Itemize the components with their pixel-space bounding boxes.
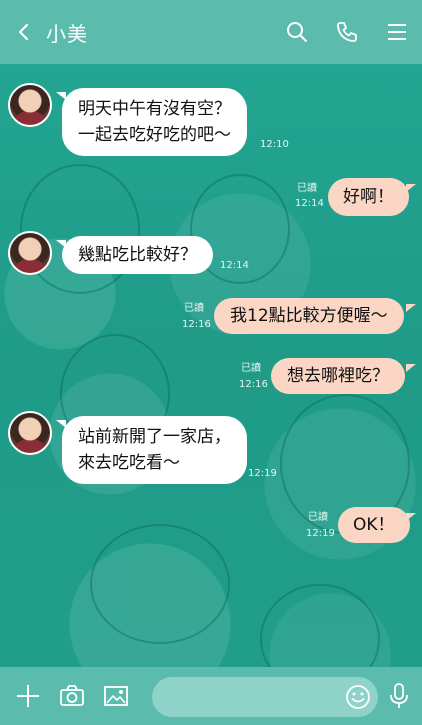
bubble-tail: [406, 513, 416, 521]
message-input-container[interactable]: [152, 677, 378, 717]
smiley-icon[interactable]: [344, 683, 372, 711]
message-bubble-incoming[interactable]: 明天中午有沒有空？ 一起去吃好吃的吧～: [62, 88, 247, 156]
image-button[interactable]: [94, 667, 138, 725]
message-bubble-incoming[interactable]: 幾點吃比較好？: [62, 236, 213, 274]
plus-icon: [17, 685, 39, 707]
message-line: 好啊！: [343, 187, 394, 207]
image-icon: [104, 686, 128, 706]
message-time: 12:14: [220, 260, 249, 271]
composer-bar: [0, 667, 422, 725]
read-receipt: 已讀: [184, 303, 204, 314]
phone-icon: [337, 22, 357, 42]
background-illustration: [260, 584, 380, 667]
message-bubble-outgoing[interactable]: 好啊！: [328, 178, 409, 216]
background-illustration: [90, 524, 230, 644]
message-bubble-outgoing[interactable]: 我12點比較方便喔～: [214, 298, 404, 334]
message-line: 幾點吃比較好？: [78, 245, 197, 265]
add-button[interactable]: [6, 667, 50, 725]
call-button[interactable]: [322, 0, 372, 64]
chat-header: 小美: [0, 0, 422, 64]
contact-avatar[interactable]: [8, 83, 52, 127]
camera-icon: [60, 685, 84, 706]
bubble-tail: [406, 184, 416, 192]
read-receipt: 已讀: [241, 363, 261, 374]
back-button[interactable]: [0, 0, 46, 64]
message-time: 12:19: [248, 468, 277, 479]
camera-button[interactable]: [50, 667, 94, 725]
search-icon: [287, 22, 307, 42]
chevron-left-icon: [18, 23, 29, 41]
contact-avatar[interactable]: [8, 231, 52, 275]
contact-avatar[interactable]: [8, 411, 52, 455]
message-line: 一起去吃好吃的吧～: [78, 125, 231, 145]
microphone-icon: [390, 683, 408, 708]
menu-button[interactable]: [372, 0, 422, 64]
message-bubble-outgoing[interactable]: 想去哪裡吃？: [271, 358, 405, 394]
background-illustration: [20, 164, 140, 294]
read-receipt: 已讀: [308, 512, 328, 523]
message-bubble-incoming[interactable]: 站前新開了一家店， 來去吃吃看～: [62, 416, 247, 484]
search-button[interactable]: [272, 0, 322, 64]
message-line: 站前新開了一家店，: [78, 427, 231, 447]
voice-button[interactable]: [384, 667, 414, 725]
message-time: 12:14: [295, 198, 324, 209]
bubble-tail: [406, 304, 416, 312]
hamburger-menu-icon: [388, 24, 406, 40]
message-time: 12:16: [239, 379, 268, 390]
chat-title: 小美: [46, 21, 88, 46]
read-receipt: 已讀: [297, 183, 317, 194]
message-line: 想去哪裡吃？: [287, 366, 389, 386]
message-bubble-outgoing[interactable]: OK！: [338, 507, 410, 543]
message-line: OK！: [353, 515, 395, 535]
message-line: 明天中午有沒有空？: [78, 99, 231, 119]
bubble-tail: [406, 364, 416, 372]
message-input[interactable]: [166, 687, 336, 707]
message-line: 我12點比較方便喔～: [230, 306, 388, 326]
message-line: 來去吃吃看～: [78, 453, 180, 473]
message-time: 12:10: [260, 139, 289, 150]
message-time: 12:16: [182, 319, 211, 330]
message-time: 12:19: [306, 528, 335, 539]
